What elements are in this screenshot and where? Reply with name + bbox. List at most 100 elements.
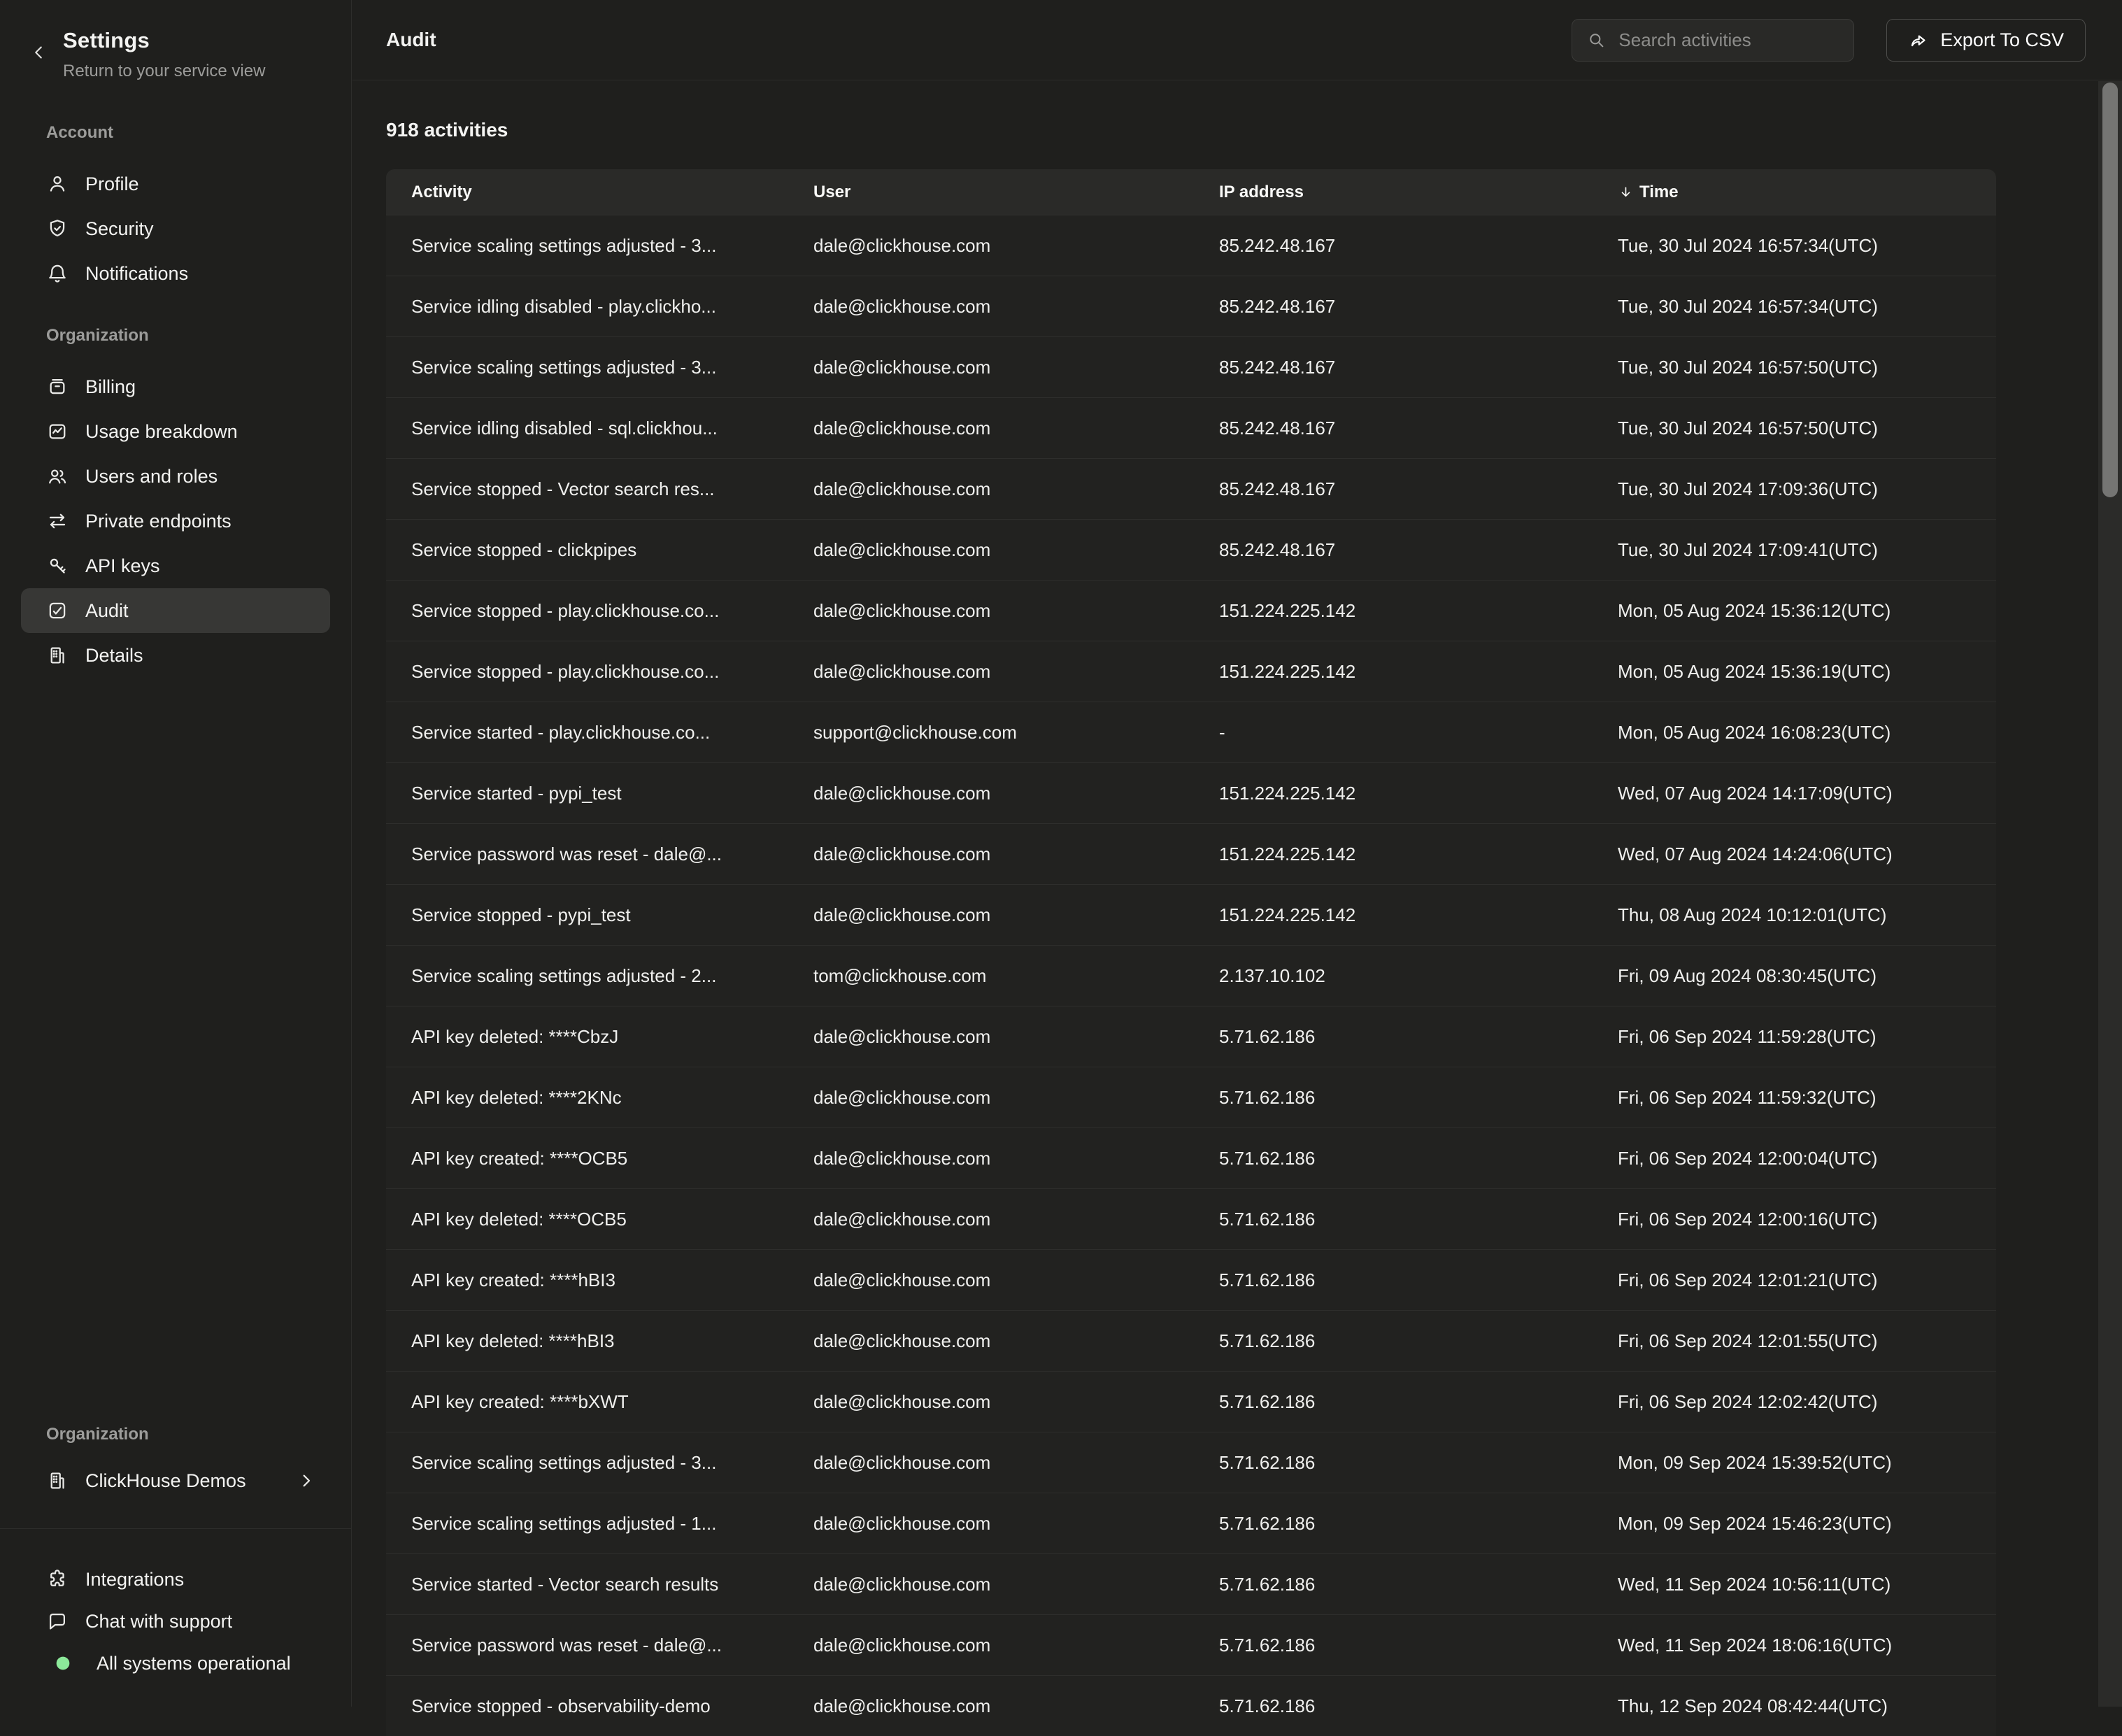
chevron-right-icon — [295, 1470, 318, 1492]
user-cell: dale@clickhouse.com — [788, 357, 1194, 378]
table-row: Service scaling settings adjusted - 1...… — [386, 1493, 1996, 1553]
column-header-user[interactable]: User — [788, 183, 1194, 202]
user-cell: dale@clickhouse.com — [788, 1452, 1194, 1474]
sidebar-item-notifications[interactable]: Notifications — [21, 251, 330, 296]
vertical-scrollbar-track[interactable] — [2098, 81, 2122, 1707]
time-cell: Tue, 30 Jul 2024 17:09:41(UTC) — [1593, 539, 1996, 561]
time-cell: Mon, 09 Sep 2024 15:39:52(UTC) — [1593, 1452, 1996, 1474]
ip-address-cell: 5.71.62.186 — [1194, 1148, 1593, 1169]
ip-address-cell: 5.71.62.186 — [1194, 1330, 1593, 1352]
activity-cell: API key deleted: ****hBI3 — [386, 1330, 788, 1352]
sidebar-item-billing[interactable]: Billing — [21, 364, 330, 409]
ip-address-cell: 151.224.225.142 — [1194, 661, 1593, 683]
sidebar-item-api-keys[interactable]: API keys — [21, 543, 330, 588]
sidebar-item-users-and-roles[interactable]: Users and roles — [21, 454, 330, 499]
time-cell: Tue, 30 Jul 2024 16:57:34(UTC) — [1593, 235, 1996, 257]
export-to-csv-button[interactable]: Export To CSV — [1886, 19, 2086, 62]
ip-address-cell: 5.71.62.186 — [1194, 1513, 1593, 1535]
time-cell: Fri, 06 Sep 2024 11:59:28(UTC) — [1593, 1026, 1996, 1048]
user-cell: dale@clickhouse.com — [788, 418, 1194, 439]
ip-address-cell: 151.224.225.142 — [1194, 844, 1593, 865]
users-icon — [46, 465, 69, 488]
ip-address-cell: - — [1194, 722, 1593, 744]
search-input[interactable] — [1617, 29, 1839, 52]
sidebar-item-all-systems-operational[interactable]: All systems operational — [21, 1642, 330, 1684]
activity-cell: API key created: ****hBI3 — [386, 1269, 788, 1291]
usage-chart-icon — [46, 420, 69, 443]
sidebar-item-private-endpoints[interactable]: Private endpoints — [21, 499, 330, 543]
sidebar-item-label: Security — [85, 218, 154, 240]
column-header-activity[interactable]: Activity — [386, 183, 788, 202]
activity-cell: API key deleted: ****2KNc — [386, 1087, 788, 1109]
user-cell: dale@clickhouse.com — [788, 904, 1194, 926]
activity-cell: Service scaling settings adjusted - 3... — [386, 357, 788, 378]
column-header-ip-address[interactable]: IP address — [1194, 183, 1593, 202]
ip-address-cell: 5.71.62.186 — [1194, 1695, 1593, 1717]
time-cell: Fri, 06 Sep 2024 12:01:55(UTC) — [1593, 1330, 1996, 1352]
time-cell: Thu, 12 Sep 2024 08:42:44(UTC) — [1593, 1695, 1996, 1717]
export-button-label: Export To CSV — [1940, 29, 2064, 51]
activity-cell: Service stopped - play.clickhouse.co... — [386, 661, 788, 683]
activity-cell: API key deleted: ****OCB5 — [386, 1209, 788, 1230]
user-cell: dale@clickhouse.com — [788, 783, 1194, 804]
user-cell: dale@clickhouse.com — [788, 478, 1194, 500]
return-to-service-link[interactable]: Return to your service view — [63, 62, 330, 81]
sidebar-footer: IntegrationsChat with supportAll systems… — [0, 1558, 351, 1684]
activity-cell: API key deleted: ****CbzJ — [386, 1026, 788, 1048]
shield-check-icon — [46, 218, 69, 240]
time-cell: Fri, 09 Aug 2024 08:30:45(UTC) — [1593, 965, 1996, 987]
section-label-account: Account — [46, 123, 351, 143]
sidebar-item-profile[interactable]: Profile — [21, 162, 330, 206]
time-cell: Fri, 06 Sep 2024 12:00:16(UTC) — [1593, 1209, 1996, 1230]
user-cell: dale@clickhouse.com — [788, 661, 1194, 683]
table-row: Service stopped - play.clickhouse.co...d… — [386, 641, 1996, 702]
table-row: API key created: ****bXWTdale@clickhouse… — [386, 1371, 1996, 1432]
user-cell: dale@clickhouse.com — [788, 235, 1194, 257]
sidebar-item-audit[interactable]: Audit — [21, 588, 330, 633]
table-row: Service idling disabled - play.clickho..… — [386, 276, 1996, 336]
table-row: Service started - pypi_testdale@clickhou… — [386, 762, 1996, 823]
chevron-left-icon[interactable] — [28, 42, 49, 63]
activity-cell: API key created: ****OCB5 — [386, 1148, 788, 1169]
column-header-label: Time — [1639, 183, 1679, 202]
sidebar-item-usage-breakdown[interactable]: Usage breakdown — [21, 409, 330, 454]
user-cell: support@clickhouse.com — [788, 722, 1194, 744]
user-cell: dale@clickhouse.com — [788, 1513, 1194, 1535]
sidebar-header: Settings Return to your service view — [0, 0, 351, 81]
user-cell: dale@clickhouse.com — [788, 539, 1194, 561]
sidebar-item-chat-with-support[interactable]: Chat with support — [21, 1600, 330, 1642]
sidebar-item-integrations[interactable]: Integrations — [21, 1558, 330, 1600]
table-row: Service idling disabled - sql.clickhou..… — [386, 397, 1996, 458]
time-cell: Mon, 05 Aug 2024 15:36:12(UTC) — [1593, 600, 1996, 622]
table-row: Service stopped - clickpipesdale@clickho… — [386, 519, 1996, 580]
activities-table: ActivityUserIP address Time Service scali… — [386, 169, 1996, 1736]
time-cell: Tue, 30 Jul 2024 17:09:36(UTC) — [1593, 478, 1996, 500]
user-cell: dale@clickhouse.com — [788, 296, 1194, 318]
settings-sidebar: Settings Return to your service view Acc… — [0, 0, 352, 1707]
sort-descending-icon — [1618, 184, 1634, 200]
ip-address-cell: 5.71.62.186 — [1194, 1635, 1593, 1656]
section-label-organization: Organization — [46, 1425, 351, 1444]
organization-name: ClickHouse Demos — [85, 1470, 246, 1492]
search-box[interactable] — [1572, 19, 1854, 62]
user-cell: tom@clickhouse.com — [788, 965, 1194, 987]
activities-count: 918 activities — [386, 118, 2122, 141]
billing-card-icon — [46, 376, 69, 398]
time-cell: Fri, 06 Sep 2024 12:01:21(UTC) — [1593, 1269, 1996, 1291]
user-cell: dale@clickhouse.com — [788, 1087, 1194, 1109]
sidebar-item-security[interactable]: Security — [21, 206, 330, 251]
table-row: Service password was reset - dale@...dal… — [386, 823, 1996, 884]
bell-icon — [46, 262, 69, 285]
sidebar-item-clickhouse-demos[interactable]: ClickHouse Demos — [21, 1458, 330, 1503]
sidebar-sections: AccountProfileSecurityNotificationsOrgan… — [0, 123, 351, 678]
table-row: API key created: ****hBI3dale@clickhouse… — [386, 1249, 1996, 1310]
activity-cell: Service scaling settings adjusted - 3... — [386, 1452, 788, 1474]
sidebar-item-details[interactable]: Details — [21, 633, 330, 678]
vertical-scrollbar-thumb[interactable] — [2102, 83, 2118, 497]
time-cell: Tue, 30 Jul 2024 16:57:34(UTC) — [1593, 296, 1996, 318]
user-cell: dale@clickhouse.com — [788, 1574, 1194, 1595]
main-panel: Audit Export To CSV 918 activities Activ… — [353, 0, 2122, 1707]
api-key-icon — [46, 555, 69, 577]
column-header-time[interactable]: Time — [1593, 183, 1996, 202]
sidebar-item-label: Audit — [85, 600, 129, 622]
